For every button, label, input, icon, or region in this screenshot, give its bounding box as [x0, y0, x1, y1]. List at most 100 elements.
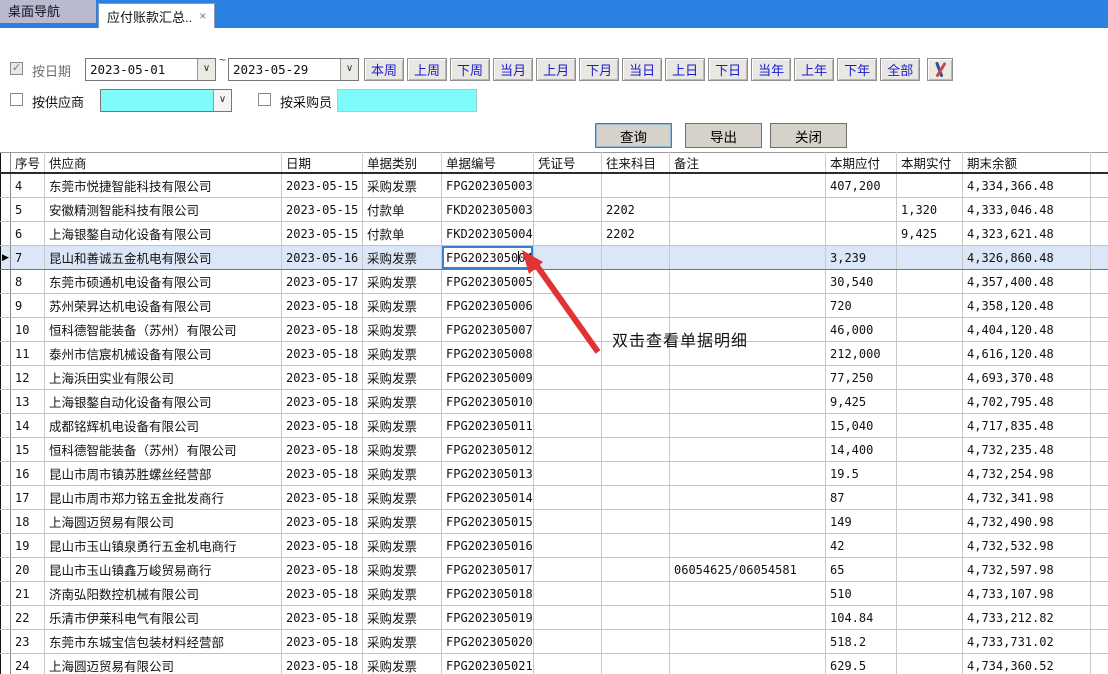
period-button-11[interactable]: 下年 — [837, 58, 877, 81]
period-button-9[interactable]: 当年 — [751, 58, 791, 81]
cell[interactable]: 采购发票 — [363, 390, 442, 414]
cell[interactable] — [897, 366, 963, 390]
cell[interactable] — [534, 173, 602, 198]
cell[interactable] — [602, 173, 670, 198]
cell[interactable]: 4,733,212.82 — [963, 606, 1091, 630]
cell[interactable]: 10 — [11, 318, 45, 342]
cell[interactable] — [534, 294, 602, 318]
cell[interactable] — [897, 270, 963, 294]
cell[interactable]: 2023-05-18 — [282, 390, 363, 414]
cell[interactable]: FPG202305003 — [442, 173, 534, 198]
cell[interactable]: 乐清市伊莱科电气有限公司 — [45, 606, 282, 630]
cell[interactable] — [670, 173, 826, 198]
cell[interactable]: 46,000 — [826, 318, 897, 342]
cell[interactable]: 2023-05-18 — [282, 510, 363, 534]
cell[interactable]: 东莞市东城宝信包装材料经营部 — [45, 630, 282, 654]
cell[interactable]: 2202 — [602, 222, 670, 246]
cell[interactable]: 4,734,360.52 — [963, 654, 1091, 674]
cell[interactable]: FPG202305017 — [442, 558, 534, 582]
cell[interactable]: FPG202305007 — [442, 318, 534, 342]
table-row[interactable]: 5安徽精测智能科技有限公司2023-05-15付款单FKD20230500322… — [1, 198, 1108, 222]
cell[interactable]: 3,239 — [826, 246, 897, 270]
table-row[interactable]: 13上海银鏊自动化设备有限公司2023-05-18采购发票FPG20230501… — [1, 390, 1108, 414]
buyer-checkbox[interactable] — [258, 93, 271, 106]
cell[interactable]: 采购发票 — [363, 270, 442, 294]
cell[interactable]: 付款单 — [363, 222, 442, 246]
table-row[interactable]: 12上海浜田实业有限公司2023-05-18采购发票FPG20230500977… — [1, 366, 1108, 390]
cell[interactable]: 上海圆迈贸易有限公司 — [45, 654, 282, 674]
column-header-5[interactable]: 单据编号 — [442, 153, 534, 174]
cell[interactable]: 4,732,254.98 — [963, 462, 1091, 486]
chevron-down-icon[interactable]: ∨ — [197, 59, 215, 80]
column-header-6[interactable]: 凭证号 — [534, 153, 602, 174]
chevron-down-icon[interactable]: ∨ — [340, 59, 358, 80]
cell[interactable] — [602, 558, 670, 582]
cell[interactable] — [534, 342, 602, 366]
cell[interactable]: 2202 — [602, 198, 670, 222]
cell[interactable]: 4,333,046.48 — [963, 198, 1091, 222]
cell[interactable]: 9,425 — [826, 390, 897, 414]
cell[interactable]: 2023-05-18 — [282, 294, 363, 318]
cell[interactable]: 104.84 — [826, 606, 897, 630]
cell[interactable]: 629.5 — [826, 654, 897, 674]
cell[interactable]: 14 — [11, 414, 45, 438]
cell[interactable] — [897, 318, 963, 342]
period-button-0[interactable]: 本周 — [364, 58, 404, 81]
cell[interactable] — [534, 414, 602, 438]
table-row[interactable]: 9苏州荣昇达机电设备有限公司2023-05-18采购发票FPG202305006… — [1, 294, 1108, 318]
cell[interactable]: 4 — [11, 173, 45, 198]
cell[interactable]: 2023-05-18 — [282, 366, 363, 390]
cell[interactable] — [602, 438, 670, 462]
cell[interactable] — [602, 366, 670, 390]
cell[interactable]: 恒科德智能装备（苏州）有限公司 — [45, 318, 282, 342]
cell[interactable] — [670, 462, 826, 486]
cell[interactable]: 采购发票 — [363, 294, 442, 318]
column-header-2[interactable]: 供应商 — [45, 153, 282, 174]
cell[interactable]: FPG202305012 — [442, 438, 534, 462]
cell[interactable] — [897, 510, 963, 534]
tools-icon-button[interactable] — [927, 58, 953, 81]
cell[interactable]: 上海银鏊自动化设备有限公司 — [45, 390, 282, 414]
cell[interactable]: 6 — [11, 222, 45, 246]
cell[interactable]: 采购发票 — [363, 438, 442, 462]
cell[interactable] — [534, 438, 602, 462]
cell[interactable]: 4,702,795.48 — [963, 390, 1091, 414]
cell[interactable]: 720 — [826, 294, 897, 318]
period-button-3[interactable]: 当月 — [493, 58, 533, 81]
period-button-8[interactable]: 下日 — [708, 58, 748, 81]
cell[interactable]: 4,404,120.48 — [963, 318, 1091, 342]
cell[interactable]: 2023-05-18 — [282, 582, 363, 606]
cell[interactable]: 采购发票 — [363, 366, 442, 390]
date-checkbox[interactable]: ✓ — [10, 62, 23, 75]
cell[interactable]: 06054625/06054581 — [670, 558, 826, 582]
cell[interactable]: 19 — [11, 534, 45, 558]
cell[interactable]: 2023-05-18 — [282, 318, 363, 342]
cell[interactable] — [602, 510, 670, 534]
cell[interactable] — [897, 414, 963, 438]
cell[interactable] — [670, 414, 826, 438]
cell[interactable]: 采购发票 — [363, 414, 442, 438]
cell[interactable]: 昆山市玉山镇泉勇行五金机电商行 — [45, 534, 282, 558]
cell[interactable]: 14,400 — [826, 438, 897, 462]
cell[interactable]: FPG202305018 — [442, 582, 534, 606]
cell[interactable] — [534, 654, 602, 674]
cell[interactable]: 2023-05-18 — [282, 462, 363, 486]
cell[interactable]: FPG202305011 — [442, 414, 534, 438]
cell[interactable] — [670, 486, 826, 510]
cell[interactable] — [897, 294, 963, 318]
cell[interactable]: 昆山和善诚五金机电有限公司 — [45, 246, 282, 270]
cell[interactable]: FPG202305010 — [442, 390, 534, 414]
cell[interactable]: 采购发票 — [363, 630, 442, 654]
cell[interactable]: 采购发票 — [363, 246, 442, 270]
cell[interactable] — [670, 654, 826, 674]
export-button[interactable]: 导出 — [685, 123, 762, 148]
cell[interactable] — [534, 390, 602, 414]
cell[interactable]: 4,323,621.48 — [963, 222, 1091, 246]
cell[interactable]: 24 — [11, 654, 45, 674]
cell[interactable] — [897, 462, 963, 486]
cell[interactable] — [826, 198, 897, 222]
cell[interactable] — [534, 366, 602, 390]
cell[interactable] — [670, 630, 826, 654]
cell[interactable]: 65 — [826, 558, 897, 582]
cell[interactable]: 4,733,731.02 — [963, 630, 1091, 654]
